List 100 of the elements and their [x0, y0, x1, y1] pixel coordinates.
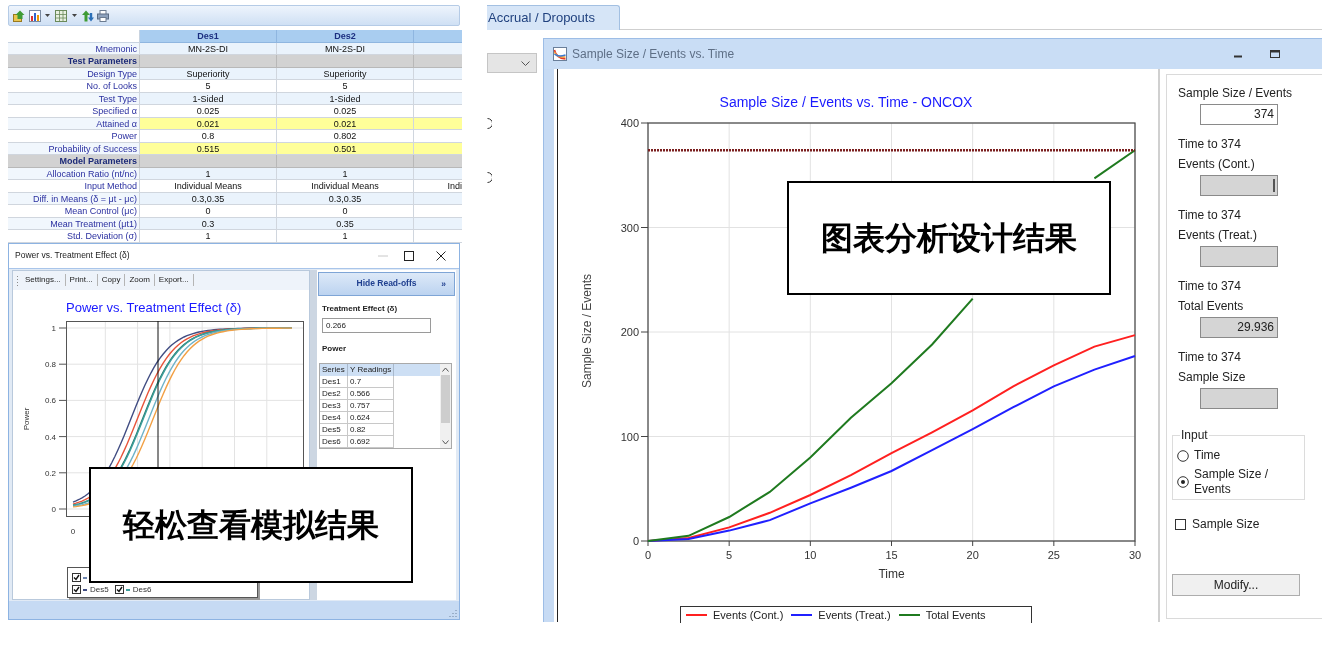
x-tick-label: 20 — [966, 549, 979, 561]
field-label: Time to 374 Events (Cont.) — [1178, 136, 1256, 173]
table-cell — [414, 55, 462, 68]
legend-label: Total Events — [925, 607, 986, 623]
y-tick-label: 400 — [620, 117, 639, 129]
input-field[interactable]: 0.266 — [322, 317, 431, 333]
chart-title: Power vs. Treatment Effect (δ) — [66, 299, 242, 315]
window-title: Power vs. Treatment Effect (δ) — [15, 249, 130, 262]
field-label: Treatment Effect (δ) — [322, 302, 399, 315]
checkbox-icon[interactable] — [1175, 518, 1186, 530]
column-header — [394, 363, 440, 376]
table-cell: Individual Means — [140, 180, 277, 193]
menu-button[interactable]: Settings... — [21, 274, 66, 286]
table-cell: 0.025 — [277, 105, 414, 118]
radio-icon[interactable] — [1177, 476, 1189, 488]
scrollbar-thumb[interactable] — [441, 374, 450, 423]
caret-down-icon[interactable] — [45, 14, 50, 17]
table-cell: 5 — [277, 80, 414, 93]
x-tick-label: 0 — [70, 526, 76, 536]
y-tick-label: 0 — [51, 504, 56, 514]
section-header: Model Parameters — [8, 155, 140, 168]
caret-down-icon[interactable] — [72, 14, 77, 17]
radio-button-icon[interactable] — [487, 172, 492, 183]
table-cell: 0.757 — [348, 399, 394, 412]
row-label: Std. Deviation (σ) — [8, 230, 140, 243]
column-header: Series — [320, 363, 348, 376]
menu-button[interactable]: Print... — [65, 274, 98, 286]
value-field[interactable] — [1200, 246, 1278, 267]
maximize-icon[interactable] — [404, 250, 414, 261]
table-cell: Des4 — [320, 411, 348, 424]
table-icon[interactable] — [55, 9, 67, 22]
table-cell: 0.7 — [348, 375, 394, 388]
text-cursor-icon — [1273, 179, 1275, 192]
printer-icon[interactable] — [97, 9, 109, 22]
checkbox-icon[interactable] — [114, 585, 124, 594]
axis-title: Sample Size / Events — [580, 273, 594, 389]
chart-icon — [553, 47, 567, 61]
checkbox-option[interactable]: Sample Size — [1175, 514, 1322, 534]
scrollbar[interactable] — [440, 363, 451, 448]
grip-icon — [16, 274, 19, 286]
legend-label: Events (Treat.) — [818, 607, 891, 623]
column-header: Des1 — [140, 30, 277, 43]
resize-grip-icon[interactable] — [449, 608, 457, 617]
row-label: Specified α — [8, 105, 140, 118]
window-title: Sample Size / Events vs. Time — [572, 46, 735, 63]
x-tick-label: 15 — [885, 549, 898, 561]
chart-title: Sample Size / Events vs. Time - ONCOX — [719, 94, 973, 110]
menu-button[interactable]: Copy — [97, 274, 126, 286]
y-tick-label: 0 — [632, 535, 639, 547]
value-field[interactable]: 374 — [1200, 104, 1278, 125]
table-cell: Individual Means — [277, 180, 414, 193]
menu-button[interactable]: Zoom — [125, 274, 155, 286]
close-icon[interactable] — [436, 250, 446, 261]
table-cell: 1 — [140, 230, 277, 243]
table-cell: 0.82 — [348, 423, 394, 436]
table-cell: 0 — [140, 205, 277, 218]
chevron-down-icon[interactable] — [521, 60, 530, 66]
radio-button-icon[interactable] — [487, 118, 492, 129]
y-tick-label: 200 — [620, 326, 639, 338]
value-field[interactable]: 29.936 — [1200, 317, 1278, 338]
x-tick-label: 5 — [726, 549, 733, 561]
chevron-up-icon[interactable] — [442, 366, 449, 372]
arrows-icon[interactable] — [82, 9, 94, 22]
value-field[interactable] — [1200, 388, 1278, 409]
value-field[interactable] — [1200, 175, 1278, 196]
menu-button[interactable]: Export... — [154, 274, 194, 286]
radio-icon[interactable] — [1177, 449, 1189, 462]
checkbox-icon[interactable] — [72, 585, 81, 594]
table-cell: 1 — [277, 230, 414, 243]
column-header: Y Readings — [348, 363, 394, 376]
legend-label: Des5 — [90, 583, 109, 596]
table-cell: Des6 — [320, 435, 348, 448]
bar-chart-icon[interactable] — [29, 9, 41, 22]
column-header: Des2 — [277, 30, 414, 43]
table-cell: 0 — [277, 205, 414, 218]
hide-readoffs-button[interactable]: Hide Read-offs » — [318, 271, 455, 296]
field-label: Sample Size / Events — [1178, 85, 1294, 102]
modify-button[interactable]: Modify... — [1172, 574, 1300, 596]
checkbox-icon[interactable] — [72, 573, 81, 582]
x-tick-label: 30 — [1128, 549, 1142, 561]
maximize-icon[interactable] — [1270, 50, 1280, 58]
callout-tooltip: 图表分析设计结果 — [787, 181, 1111, 295]
tab[interactable]: Accrual / Dropouts — [487, 5, 620, 30]
field-label: Power — [322, 342, 347, 355]
row-label: Input Method — [8, 180, 140, 193]
y-tick-label: 0.6 — [44, 395, 56, 405]
radio-option[interactable]: Time — [1177, 448, 1304, 463]
x-tick-label: 25 — [1047, 549, 1060, 561]
table-cell: 0.624 — [348, 411, 394, 424]
field-label: Time to 374 Events (Treat.) — [1178, 207, 1258, 244]
axis-title: Power — [22, 407, 31, 430]
table-cell: Des5 — [320, 423, 348, 436]
chevron-down-icon[interactable] — [442, 439, 449, 445]
callout-tooltip: 轻松查看模拟结果 — [89, 466, 413, 583]
field-label: Time to 374 Total Events — [1178, 278, 1245, 315]
table-cell — [414, 155, 462, 168]
row-label: No. of Looks — [8, 80, 140, 93]
table-cell: Des3 — [320, 399, 348, 412]
table-cell: 0.692 — [348, 435, 394, 448]
radio-option[interactable]: Sample Size / Events — [1177, 467, 1304, 497]
